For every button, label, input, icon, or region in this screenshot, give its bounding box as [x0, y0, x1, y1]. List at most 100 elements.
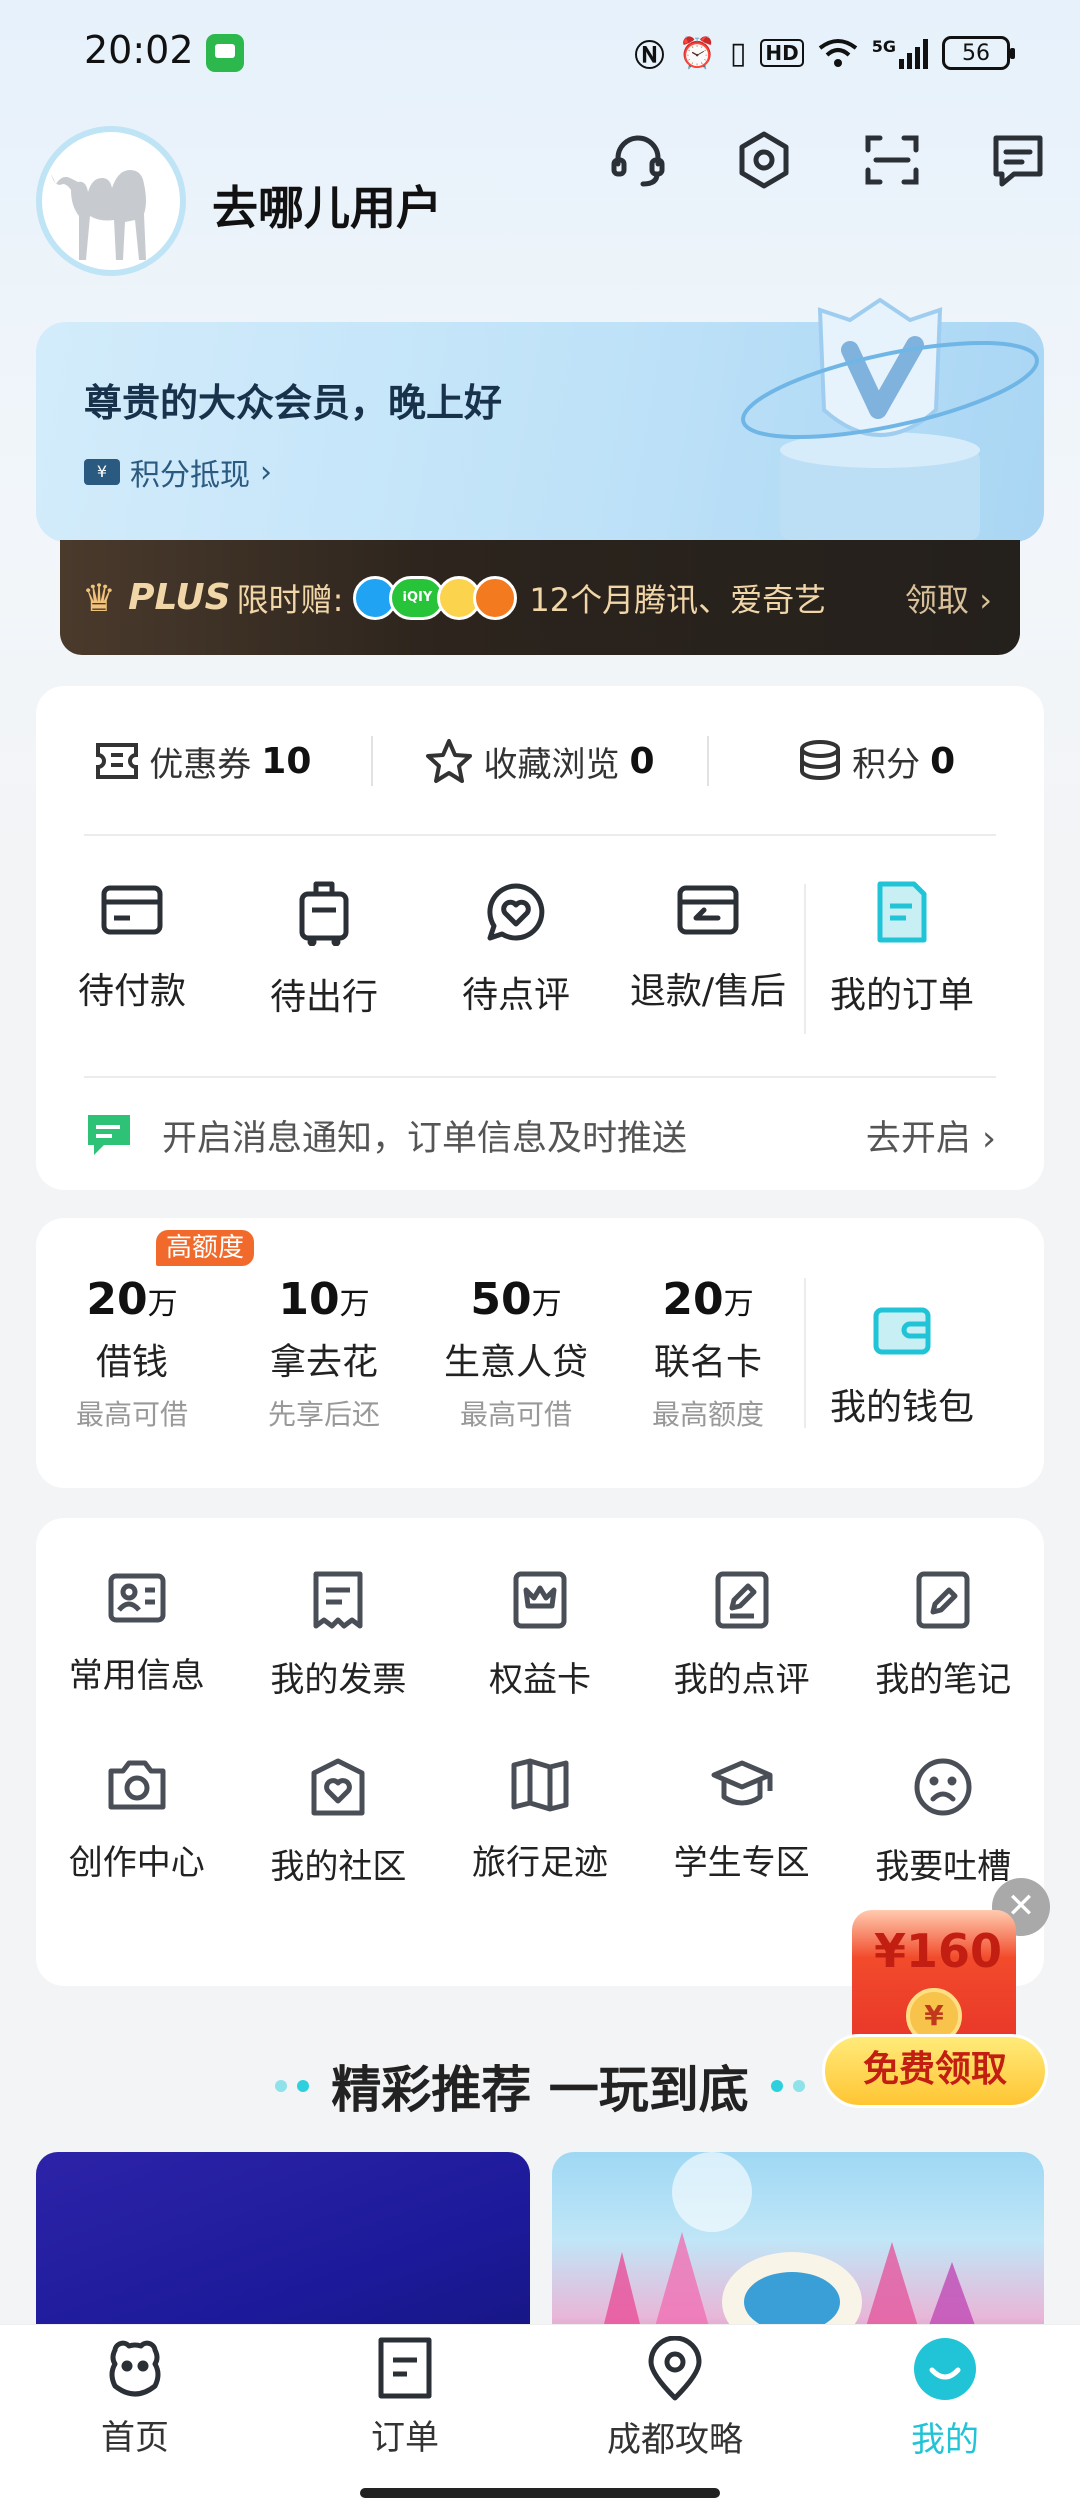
id-card-icon	[108, 1573, 166, 1623]
hd-icon: HD	[760, 39, 804, 67]
luggage-icon	[299, 881, 349, 946]
signal-icon: 5G	[872, 37, 928, 69]
my-orders[interactable]: 我的订单	[806, 880, 998, 1050]
plus-gift-label: 限时赠:	[236, 580, 344, 619]
tool-creator-center[interactable]: 创作中心	[36, 1757, 238, 1888]
plus-promo-bar[interactable]: ♛ PLUS 限时赠: iQIY 12个月腾讯、爱奇艺 领取 ›	[60, 540, 1020, 655]
amount-value: 50	[470, 1274, 532, 1325]
tools-grid: 常用信息 我的发票 权益卡 我的点评 我的笔记 创作中心 我的社区 旅行足迹 学…	[36, 1570, 1044, 1888]
tool-label: 常用信息	[68, 1656, 205, 1696]
enable-notifications-link[interactable]: 去开启 ›	[866, 1110, 996, 1161]
tool-travel-footprint[interactable]: 旅行足迹	[439, 1757, 641, 1888]
wallet-item-cobrand-card[interactable]: 20万 联名卡 最高额度	[612, 1240, 804, 1460]
plus-offer-text: 12个月腾讯、爱奇艺	[529, 580, 827, 619]
map-book-icon	[511, 1758, 569, 1812]
profile-smile-icon	[914, 2338, 976, 2400]
tool-student-zone[interactable]: 学生专区	[641, 1757, 843, 1888]
iqiyi-logo-text: iQIY	[402, 590, 433, 605]
wallet-amount: 10万	[278, 1274, 369, 1325]
order-pending-review[interactable]: 待点评	[420, 880, 612, 1050]
tool-invoice[interactable]: 我的发票	[238, 1570, 440, 1701]
tool-benefit-card[interactable]: 权益卡	[439, 1570, 641, 1701]
graduation-cap-icon	[711, 1760, 773, 1806]
wallet-amount: 50万	[470, 1274, 561, 1325]
tool-my-community[interactable]: 我的社区	[238, 1757, 440, 1888]
coupon-icon	[96, 743, 139, 779]
order-label: 待出行	[269, 977, 378, 1018]
wifi-icon	[818, 39, 857, 67]
plus-claim-button[interactable]: 领取 ›	[905, 575, 992, 621]
crown-card-icon	[513, 1571, 567, 1629]
tab-label: 订单	[371, 2418, 439, 2458]
wallet-name: 联名卡	[653, 1342, 762, 1383]
tool-my-notes[interactable]: 我的笔记	[842, 1570, 1044, 1701]
headset-icon	[611, 135, 665, 187]
settings-hexagon-icon	[739, 131, 789, 189]
coupons-stat[interactable]: 优惠券 10	[36, 737, 371, 786]
avatar[interactable]	[36, 126, 186, 276]
amount-unit: 万	[147, 1287, 178, 1322]
messages-button[interactable]	[982, 124, 1054, 196]
location-pin-icon	[648, 2336, 702, 2401]
tool-label: 我的点评	[673, 1660, 810, 1700]
order-shortcuts: 待付款 待出行 待点评 退款/售后 我的订单	[36, 880, 1044, 1050]
wallet-item-naquhua[interactable]: 10万 拿去花 先享后还	[228, 1240, 420, 1460]
note-pencil-icon	[916, 1571, 970, 1629]
wallet-item-business-loan[interactable]: 50万 生意人贷 最高可借	[420, 1240, 612, 1460]
sad-face-icon	[914, 1758, 972, 1816]
tab-orders[interactable]: 订单	[285, 2336, 525, 2459]
points-redeem-link[interactable]: ¥ 积分抵现 ›	[84, 450, 272, 494]
wallet-amount: 20万	[662, 1274, 753, 1325]
message-app-icon	[206, 34, 244, 72]
my-wallet[interactable]: 我的钱包	[806, 1240, 998, 1460]
favorites-count: 0	[629, 740, 655, 782]
plus-claim-label: 领取	[905, 580, 970, 619]
order-label: 待点评	[461, 975, 570, 1016]
review-edit-icon	[715, 1571, 769, 1629]
favorites-stat[interactable]: 收藏浏览 0	[373, 737, 708, 786]
order-pending-travel[interactable]: 待出行	[228, 880, 420, 1050]
coupons-count: 10	[261, 740, 312, 782]
tab-me[interactable]: 我的	[825, 2336, 1065, 2461]
tool-my-reviews[interactable]: 我的点评	[641, 1570, 843, 1701]
recommend-header: 精彩推荐 一玩到底	[0, 2050, 1080, 2122]
customer-service-button[interactable]	[602, 124, 674, 196]
order-label: 待付款	[77, 971, 186, 1012]
tool-label: 学生专区	[673, 1843, 810, 1883]
wallet-sub: 先享后还	[267, 1398, 380, 1431]
camera-icon	[108, 1760, 166, 1810]
scan-button[interactable]	[856, 124, 928, 196]
status-icons: Ⓝ ⏰ ▯ HD 5G 56	[635, 28, 1015, 78]
tool-common-info[interactable]: 常用信息	[36, 1570, 238, 1701]
divider	[84, 1076, 996, 1078]
order-pending-payment[interactable]: 待付款	[36, 880, 228, 1050]
tool-label: 我的发票	[270, 1660, 407, 1700]
my-wallet-label: 我的钱包	[829, 1387, 974, 1428]
wallet-item-loan[interactable]: 20万 借钱 最高可借	[36, 1240, 228, 1460]
tab-city-guide[interactable]: 成都攻略	[555, 2336, 795, 2461]
camel-avatar-icon	[51, 170, 146, 260]
amount-unit: 万	[531, 1287, 562, 1322]
wallet-name: 借钱	[95, 1342, 168, 1383]
partner-logos: iQIY	[353, 575, 518, 620]
tool-label: 我要吐槽	[875, 1847, 1012, 1887]
review-heart-icon	[487, 883, 545, 941]
settings-button[interactable]	[728, 124, 800, 196]
recommend-title: 精彩推荐 一玩到底	[331, 2061, 749, 2119]
username[interactable]: 去哪儿用户	[212, 172, 442, 238]
crown-icon: ♛	[82, 575, 117, 620]
order-refund[interactable]: 退款/售后	[612, 880, 804, 1050]
network-type: 5G	[871, 37, 896, 56]
tool-feedback[interactable]: 我要吐槽	[842, 1757, 1044, 1888]
tool-label: 权益卡	[488, 1660, 591, 1700]
notification-prompt[interactable]: 开启消息通知，订单信息及时推送 去开启 ›	[84, 1110, 996, 1160]
tab-label: 我的	[911, 2420, 979, 2460]
vibrate-icon: ▯	[729, 35, 747, 71]
tab-home[interactable]: 首页	[15, 2336, 255, 2459]
battery-indicator: 56	[942, 36, 1015, 70]
wallet-row: 20万 借钱 最高可借 10万 拿去花 先享后还 50万 生意人贷 最高可借 2…	[36, 1240, 1044, 1460]
home-indicator[interactable]	[360, 2488, 720, 2498]
favorites-label: 收藏浏览	[483, 744, 620, 785]
wallet-amount: 20万	[86, 1274, 177, 1325]
points-stat[interactable]: 积分 0	[709, 737, 1044, 786]
